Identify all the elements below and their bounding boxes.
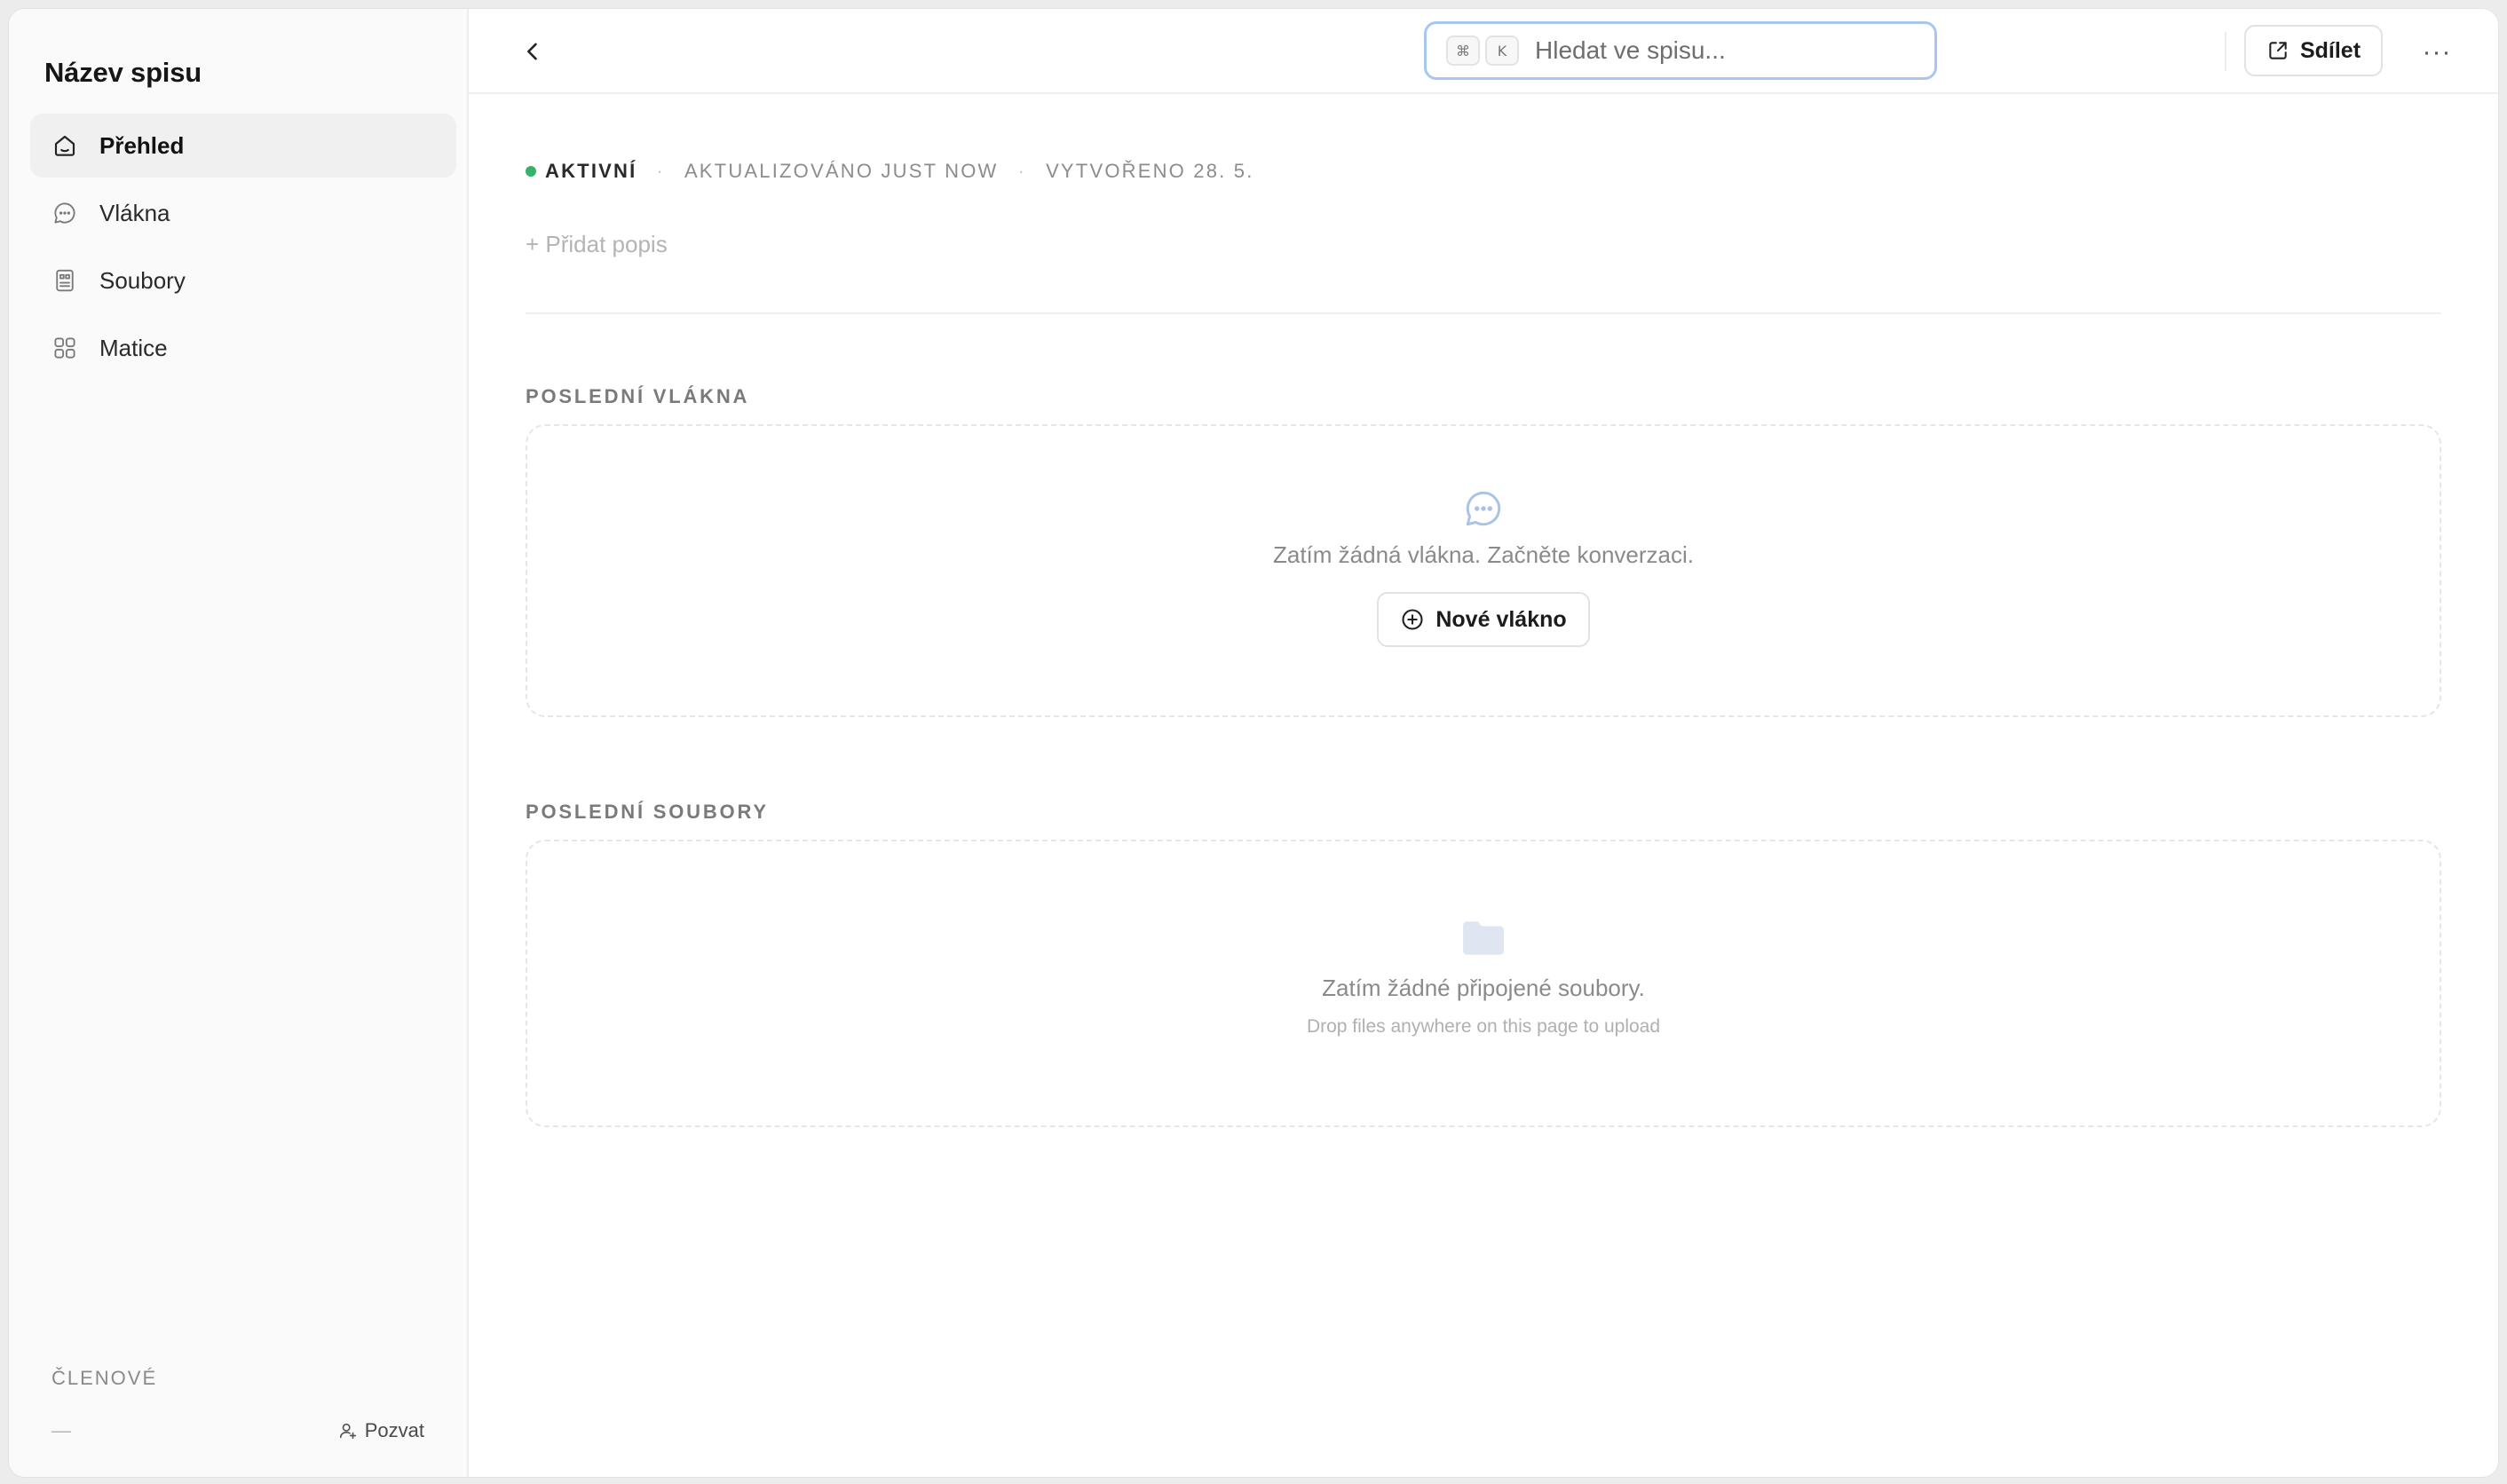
folder-icon	[1463, 921, 1504, 955]
search-input[interactable]	[1535, 36, 1926, 65]
sidebar-item-label: Přehled	[99, 131, 185, 159]
files-empty-text: Zatím žádné připojené soubory.	[1322, 975, 1645, 1001]
back-button[interactable]	[513, 32, 552, 71]
app-window: Název spisu Přehled Vlákna Soubory Matic…	[9, 9, 2498, 1477]
chevron-left-icon	[527, 43, 537, 60]
divider	[526, 312, 2441, 314]
invite-button[interactable]: Pozvat	[338, 1419, 424, 1442]
status-dot	[526, 166, 536, 177]
sidebar: Název spisu Přehled Vlákna Soubory Matic…	[9, 9, 469, 1477]
threads-empty-state: Zatím žádná vlákna. Začněte konverzaci. …	[526, 424, 2441, 717]
plus-circle-icon	[1402, 609, 1423, 630]
more-icon: ···	[2422, 37, 2452, 67]
sidebar-item-matrix[interactable]: Matice	[30, 316, 456, 380]
members-row: — Pozvat	[51, 1416, 424, 1446]
sidebar-item-threads[interactable]: Vlákna	[30, 181, 456, 245]
topbar-divider	[2225, 32, 2226, 71]
new-thread-button[interactable]: Nové vlákno	[1377, 592, 1590, 647]
members-label: ČLENOVÉ	[51, 1367, 158, 1389]
files-upload-hint: Drop files anywhere on this page to uplo…	[1306, 1016, 1661, 1037]
more-options-button[interactable]: ···	[2416, 32, 2457, 73]
home-icon	[51, 132, 78, 159]
project-title: Název spisu	[44, 57, 202, 88]
sidebar-item-overview[interactable]: Přehled	[30, 114, 456, 178]
sidebar-item-label: Soubory	[99, 266, 186, 294]
invite-label: Pozvat	[364, 1419, 424, 1441]
share-icon	[2269, 42, 2287, 59]
main-content: ⌘ K Sdílet ··· AKTIVNÍ · AKTUALIZOV	[469, 9, 2498, 1477]
sidebar-item-label: Vlákna	[99, 199, 170, 226]
sidebar-nav: Přehled Vlákna Soubory Matice	[30, 114, 456, 383]
chat-bubble-icon	[51, 200, 78, 226]
grid-icon	[51, 335, 78, 361]
files-empty-state: Zatím žádné připojené soubory. Drop file…	[526, 840, 2441, 1127]
created-text: VYTVOŘENO 28. 5.	[1046, 160, 1254, 182]
threads-empty-text: Zatím žádná vlákna. Začněte konverzaci.	[1272, 541, 1694, 568]
meta-separator: ·	[1017, 160, 1027, 182]
kbd-k: K	[1485, 36, 1519, 66]
meta-row: AKTIVNÍ · AKTUALIZOVÁNO JUST NOW · VYTVO…	[526, 160, 1254, 183]
sidebar-item-label: Matice	[99, 334, 168, 361]
new-thread-label: Nové vlákno	[1435, 606, 1567, 632]
topbar: ⌘ K Sdílet ···	[469, 9, 2498, 94]
file-icon	[51, 267, 78, 294]
kbd-cmd: ⌘	[1446, 36, 1480, 66]
share-button[interactable]: Sdílet	[2244, 25, 2383, 76]
chat-bubble-icon	[1466, 491, 1501, 526]
meta-separator: ·	[656, 160, 665, 182]
user-icon	[339, 1423, 356, 1440]
updated-text: AKTUALIZOVÁNO JUST NOW	[684, 160, 999, 182]
add-description-button[interactable]: + Přidat popis	[526, 231, 668, 258]
search-box[interactable]: ⌘ K	[1424, 21, 1937, 80]
members-empty: —	[51, 1419, 71, 1441]
recent-threads-label: POSLEDNÍ VLÁKNA	[526, 385, 750, 407]
share-label: Sdílet	[2299, 37, 2361, 63]
status-badge: AKTIVNÍ	[545, 160, 637, 182]
recent-files-label: POSLEDNÍ SOUBORY	[526, 801, 769, 823]
sidebar-item-files[interactable]: Soubory	[30, 249, 456, 312]
